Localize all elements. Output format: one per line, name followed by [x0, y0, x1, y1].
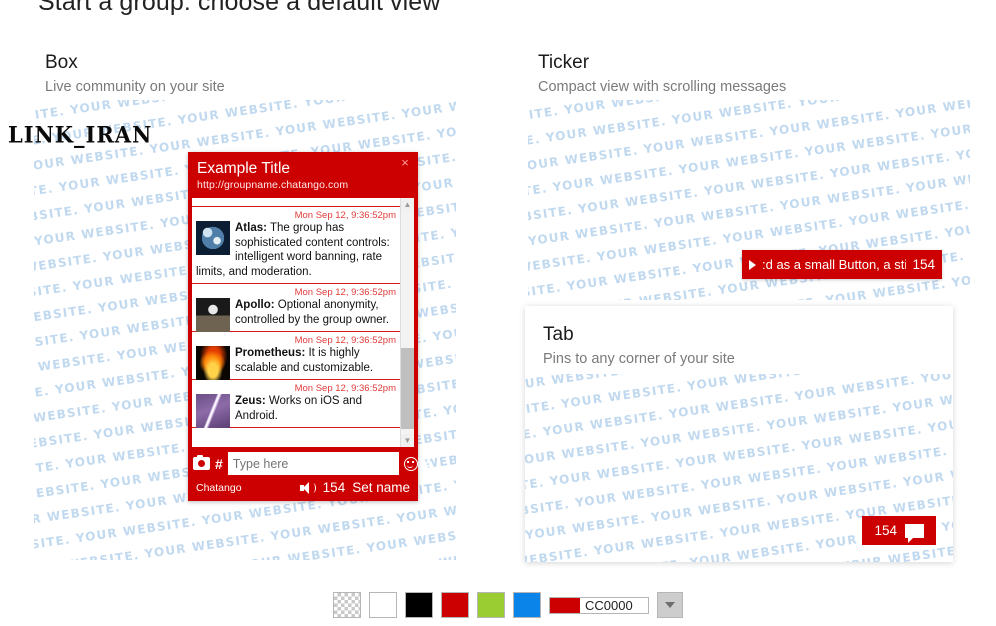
page-root: Start a group: choose a default view Box… [0, 0, 996, 626]
color-palette [333, 592, 683, 618]
swatch-blue[interactable] [513, 592, 541, 618]
chatango-brand: Chatango [196, 481, 242, 494]
scrollbar-thumb[interactable] [401, 348, 414, 429]
section-title-tab: Tab [543, 324, 574, 345]
camera-icon[interactable] [193, 455, 210, 470]
link-iran-stamp: LINK_IRAN [8, 121, 153, 148]
color-hex-field[interactable] [549, 596, 649, 614]
section-title-ticker: Ticker [538, 52, 590, 73]
hash-icon[interactable]: # [215, 456, 223, 472]
swatch-red[interactable] [441, 592, 469, 618]
message-author: Atlas: [235, 222, 267, 234]
fire-avatar [196, 346, 230, 380]
speech-bubble-icon [905, 523, 924, 543]
chat-message-scroll-area: Mon Sep 12, 9:36:52pm Atlas: The group h… [192, 198, 400, 447]
swatch-black[interactable] [405, 592, 433, 618]
speaker-icon[interactable] [299, 481, 316, 494]
chevron-down-icon[interactable] [657, 592, 683, 618]
chat-box-title: Example Title [197, 160, 291, 177]
swatch-white[interactable] [369, 592, 397, 618]
chat-message-list: Mon Sep 12, 9:36:52pm Atlas: The group h… [191, 197, 415, 448]
message-author: Prometheus: [235, 347, 306, 359]
astronaut-avatar [196, 298, 230, 332]
section-subtitle-tab: Pins to any corner of your site [543, 351, 735, 367]
section-title-box: Box [45, 52, 78, 73]
member-count: 154 [322, 480, 346, 495]
message-author: Zeus: [235, 395, 266, 407]
lightning-avatar [196, 394, 230, 428]
font-style-icon[interactable]: A [423, 457, 433, 471]
swatch-green[interactable] [477, 592, 505, 618]
chat-message-partial [192, 198, 400, 207]
play-arrow-icon[interactable] [749, 259, 756, 270]
page-title: Start a group: choose a default view [38, 0, 441, 16]
close-icon[interactable]: × [398, 156, 412, 170]
message-timestamp: Mon Sep 12, 9:36:52pm [294, 335, 396, 346]
message-author: Apollo: [235, 299, 275, 311]
message-timestamp: Mon Sep 12, 9:36:52pm [294, 383, 396, 394]
message-timestamp: Mon Sep 12, 9:36:52pm [294, 210, 396, 221]
tab-count: 154 [874, 523, 897, 538]
tab-widget-button[interactable]: 154 [862, 516, 936, 545]
chat-message: Mon Sep 12, 9:36:52pm Apollo: Optional a… [192, 284, 400, 332]
chat-message: Mon Sep 12, 9:36:52pm Prometheus: It is … [192, 332, 400, 380]
chat-message: Mon Sep 12, 9:36:52pm Atlas: The group h… [192, 207, 400, 284]
chat-box-footer: Chatango 154 Set name [188, 479, 418, 501]
chat-box-widget: Example Title http://groupname.chatango.… [188, 152, 433, 501]
emoji-icon[interactable] [403, 456, 418, 471]
scroll-up-icon[interactable]: ▲ [401, 198, 414, 211]
section-subtitle-box: Live community on your site [45, 79, 225, 95]
selected-color-chip [550, 597, 580, 613]
swatch-transparent[interactable] [333, 592, 361, 618]
tab-card: Tab Pins to any corner of your site YOUR… [525, 306, 953, 562]
chat-input-row: # A [188, 448, 433, 479]
message-timestamp: Mon Sep 12, 9:36:52pm [294, 287, 396, 298]
ticker-message: :d as a small Button, a stic [762, 257, 907, 272]
ticker-count: 154 [912, 257, 935, 272]
message-scrollbar[interactable]: ▲ ▼ [400, 198, 414, 447]
chat-box-header: Example Title http://groupname.chatango.… [188, 152, 418, 197]
earth-avatar [196, 221, 230, 255]
ticker-widget[interactable]: :d as a small Button, a stic 154 [742, 250, 942, 279]
chat-box-url: http://groupname.chatango.com [197, 179, 349, 191]
scroll-down-icon[interactable]: ▼ [401, 434, 414, 447]
hex-input[interactable] [580, 597, 648, 613]
message-input[interactable] [227, 452, 399, 475]
section-subtitle-ticker: Compact view with scrolling messages [538, 79, 787, 95]
set-name-button[interactable]: Set name [352, 480, 410, 495]
chat-message: Mon Sep 12, 9:36:52pm Zeus: Works on iOS… [192, 380, 400, 428]
